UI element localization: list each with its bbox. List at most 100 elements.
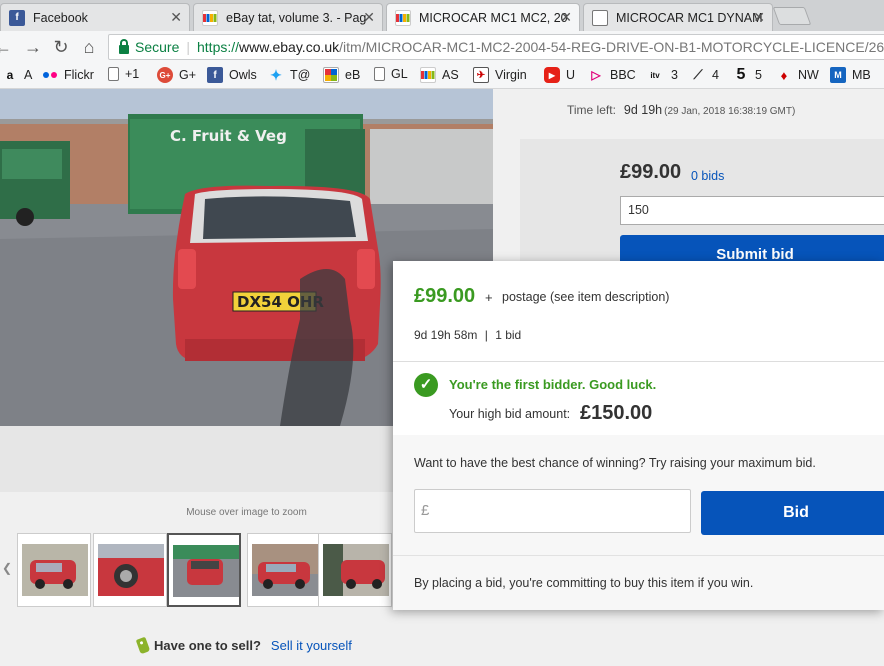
bookmark-a[interactable]: a A — [2, 67, 33, 83]
bookmark-label: G+ — [179, 68, 197, 82]
home-icon[interactable]: ⌂ — [78, 36, 100, 58]
mb-icon: M — [830, 67, 846, 83]
bookmark-eb[interactable]: eB — [323, 67, 360, 83]
tab-title: Facebook — [33, 10, 88, 25]
tab-title: MICROCAR MC1 MC2, 20 — [419, 10, 568, 25]
bookmark-itv[interactable]: itv 3 — [645, 67, 678, 83]
tab-facebook[interactable]: f Facebook ✕ — [0, 3, 190, 31]
bookmark-label: 4 — [712, 68, 719, 82]
checkmark-icon: ✓ — [414, 373, 438, 397]
close-icon[interactable]: ✕ — [363, 9, 375, 26]
price-tag-icon — [135, 636, 151, 655]
bookmark-nationwide[interactable]: ♦ NW — [776, 67, 819, 83]
secure-label: Secure — [135, 39, 180, 55]
page-icon — [592, 9, 608, 26]
tab-microcar-active[interactable]: MICROCAR MC1 MC2, 20 ✕ — [386, 3, 580, 31]
bookmark-label: 5 — [755, 68, 762, 82]
flickr-icon — [42, 67, 58, 83]
thumbnail-5[interactable] — [318, 533, 392, 607]
tab-title: MICROCAR MC1 DYNAM — [616, 10, 763, 25]
bookmark-virgin[interactable]: ✈ Virgin — [473, 67, 527, 83]
bookmark-label: 3 — [671, 68, 678, 82]
tab-microcar-dynamic[interactable]: MICROCAR MC1 DYNAM ✕ — [583, 3, 773, 31]
bookmark-channel4[interactable]: ⟋ 4 — [690, 67, 719, 83]
bookmark-plus-one[interactable]: +1 — [108, 67, 139, 81]
truck-sign-text: C. Fruit & Veg — [170, 127, 287, 145]
sell-it-yourself-link[interactable]: Sell it yourself — [271, 638, 352, 653]
thumbnail-1[interactable] — [17, 533, 91, 607]
bookmark-owls[interactable]: f Owls — [207, 67, 257, 83]
bookmark-label: T@ — [290, 68, 311, 82]
tab-title: eBay tat, volume 3. - Pag — [226, 10, 367, 25]
page-content: C. Fruit & Veg DX54 OHR Mouse over image… — [0, 89, 884, 666]
facebook-icon: f — [9, 9, 25, 26]
close-icon[interactable]: ✕ — [170, 9, 182, 26]
bookmark-label: Owls — [229, 68, 257, 82]
bookmark-twitter[interactable]: ✦ T@ — [268, 67, 310, 83]
forward-arrow-icon[interactable]: → — [22, 36, 44, 58]
twitter-icon: ✦ — [270, 66, 282, 83]
thumbnail-3-selected[interactable] — [167, 533, 241, 607]
bid-amount-input[interactable]: 150 — [620, 196, 884, 225]
new-tab-button[interactable] — [772, 7, 812, 25]
overlay-bid-count: 1 bid — [495, 328, 522, 342]
bookmark-label: Virgin — [495, 68, 527, 82]
bid-count-link[interactable]: 0 bids — [691, 169, 724, 183]
raise-bid-prompt: Want to have the best chance of winning?… — [414, 456, 816, 470]
address-separator: | — [186, 39, 190, 55]
bookmarks-bar: a A Flickr +1 G+ G+ f Owls ✦ T@ eB GL AS… — [0, 63, 884, 89]
bookmark-as[interactable]: AS — [420, 67, 459, 83]
bookmark-flickr[interactable]: Flickr — [42, 67, 94, 83]
raise-bid-section: Want to have the best chance of winning?… — [393, 435, 884, 610]
high-bid-label: Your high bid amount: — [449, 407, 571, 421]
tab-ebay-tat[interactable]: eBay tat, volume 3. - Pag ✕ — [193, 3, 383, 31]
play-icon: ▷ — [591, 68, 601, 82]
page-icon — [374, 67, 385, 81]
time-left-label: Time left: — [567, 103, 616, 117]
overlay-time: 9d 19h 58m — [414, 328, 478, 342]
bookmark-youtube[interactable]: ▶ U — [544, 67, 575, 83]
bookmark-label: GL — [391, 67, 408, 81]
bid-confirmation-dialog: £99.00 + postage (see item description) … — [393, 261, 884, 610]
raise-bid-input[interactable]: £ — [414, 489, 691, 533]
overlay-postage: postage (see item description) — [502, 290, 670, 304]
thumbnail-2[interactable] — [93, 533, 167, 607]
nationwide-icon: ♦ — [780, 67, 788, 83]
bookmark-label: +1 — [125, 67, 140, 81]
first-bidder-message: You're the first bidder. Good luck. — [449, 377, 657, 392]
bookmark-label: BBC — [610, 68, 636, 82]
address-bar[interactable]: Secure | https:// www.ebay.co.uk /itm/MI… — [108, 34, 884, 60]
footer-divider — [393, 555, 884, 556]
bookmark-google-plus[interactable]: G+ G+ — [157, 67, 196, 83]
chevron-left-icon[interactable]: ❮ — [2, 561, 12, 575]
bookmark-bbc[interactable]: ▷ BBC — [588, 67, 636, 83]
page-icon — [108, 67, 119, 81]
bookmark-channel5[interactable]: 5 5 — [733, 66, 762, 83]
bookmark-label: MB — [852, 68, 871, 82]
thumbnail-4[interactable] — [247, 533, 321, 607]
overlay-price: £99.00 — [414, 285, 476, 307]
google-plus-icon: G+ — [157, 67, 173, 83]
reload-icon[interactable]: ↻ — [50, 36, 72, 58]
bookmark-label: U — [566, 68, 576, 82]
youtube-icon: ▶ — [544, 67, 560, 83]
bookmark-label: eB — [345, 68, 361, 82]
commitment-notice: By placing a bid, you're committing to b… — [414, 576, 754, 590]
url-path: /itm/MICROCAR-MC1-MC2-2004-54-REG-DRIVE-… — [339, 39, 884, 55]
sell-prompt: Have one to sell? Sell it yourself — [135, 636, 352, 655]
amazon-icon: a — [6, 68, 14, 82]
bookmark-label: Flickr — [64, 68, 94, 82]
lock-icon — [119, 38, 129, 54]
overlay-plus: + — [485, 290, 493, 305]
back-arrow-icon[interactable]: ← — [0, 36, 14, 58]
bookmark-mb[interactable]: M MB — [830, 67, 871, 83]
time-left-value: 9d 19h — [623, 103, 663, 117]
bid-button[interactable]: Bid — [701, 491, 884, 535]
bookmark-gl[interactable]: GL — [374, 67, 408, 81]
bookmark-label: AS — [442, 68, 459, 82]
high-bid-value: £150.00 — [580, 402, 653, 424]
time-left-date: (29 Jan, 2018 16:38:19 GMT) — [664, 106, 796, 117]
close-icon[interactable]: ✕ — [753, 9, 765, 26]
virgin-icon: ✈ — [473, 67, 489, 83]
close-icon[interactable]: ✕ — [560, 9, 572, 26]
